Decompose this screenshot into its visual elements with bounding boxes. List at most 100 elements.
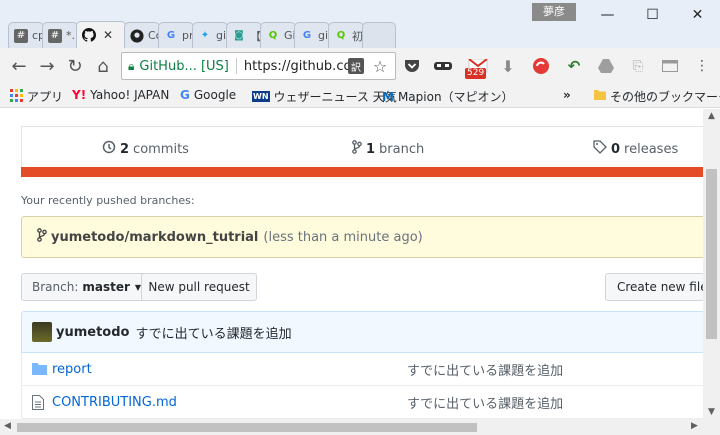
yahoo-icon: Y! — [72, 88, 87, 102]
bookmarks-bar: アプリ Y! Yahoo! JAPAN G Google WN ウェザーニュース… — [0, 84, 720, 108]
copy-icon[interactable]: ⎘ — [628, 56, 648, 76]
tab-cp[interactable]: # cp — [8, 22, 44, 48]
branch-select-button[interactable]: Branch: master ▼ — [21, 273, 153, 301]
bookmark-google[interactable]: G Google — [180, 88, 236, 102]
tab-p[interactable]: # *.p — [42, 22, 78, 48]
qiita-icon: Q — [268, 30, 278, 41]
close-tab-icon[interactable]: ✕ — [103, 28, 113, 42]
tab-qiita-hatsu[interactable]: Q 初 — [328, 22, 364, 48]
releases-count: 0 — [611, 141, 621, 157]
bookmarks-overflow[interactable]: » — [563, 88, 571, 102]
scroll-up-icon[interactable]: ▲ — [708, 111, 715, 121]
divider — [235, 58, 237, 74]
home-button[interactable]: ⌂ — [89, 52, 117, 80]
google-icon: G — [180, 88, 190, 102]
releases-link[interactable]: 0 releases — [593, 140, 678, 158]
commit-author[interactable]: yumetodo — [56, 325, 129, 340]
security-indicator[interactable]: GitHub... [US] — [139, 59, 229, 74]
hash-icon: # — [14, 28, 28, 43]
avatar[interactable] — [32, 322, 52, 342]
branch-label: branch — [379, 141, 425, 157]
bookmark-weathernews[interactable]: WN ウェザーニュース 天気 — [252, 88, 397, 105]
commits-link[interactable]: 2 commits — [102, 140, 189, 158]
tab-twitter-git[interactable]: ✦ git — [192, 22, 228, 48]
language-bar[interactable] — [21, 167, 703, 177]
file-commit-message[interactable]: すでに出ている課題を追加 — [407, 360, 563, 379]
commit-message[interactable]: すでに出ている課題を追加 — [135, 323, 291, 342]
bookmark-mapion[interactable]: M Mapion（マピオン） — [382, 88, 514, 105]
google-icon: G — [166, 30, 176, 41]
recent-branch-name[interactable]: yumetodo/markdown_tutrial — [51, 230, 258, 245]
tab-google-pra[interactable]: G pra — [158, 22, 194, 48]
twitter-icon: ✦ — [200, 30, 210, 41]
file-row-contributing: CONTRIBUTING.md すでに出ている課題を追加 — [21, 386, 703, 419]
menu-icon[interactable]: ⋮ — [692, 56, 712, 76]
tag-icon — [593, 140, 607, 158]
weathernews-icon: WN — [252, 91, 270, 102]
gmail-count-badge: 529 — [465, 68, 487, 79]
mask-icon[interactable] — [433, 56, 453, 76]
latest-commit-bar: yumetodo すでに出ている課題を追加 — [21, 311, 703, 353]
folder-icon — [32, 363, 50, 375]
scroll-right-icon[interactable]: ▶ — [691, 421, 698, 431]
back-button[interactable]: ← — [5, 52, 33, 80]
new-pull-request-button[interactable]: New pull request — [141, 273, 257, 301]
bookmark-star-icon[interactable]: ☆ — [370, 56, 390, 76]
vertical-scroll-thumb[interactable] — [706, 169, 717, 339]
bookmark-yahoo[interactable]: Y! Yahoo! JAPAN — [72, 88, 169, 102]
browser-titlebar: # cp # *.p ✕ Co G pra ✦ git ◙ — [0, 0, 720, 48]
branch-count: 1 — [366, 141, 376, 157]
commits-label: commits — [133, 141, 189, 157]
pocket-icon[interactable] — [402, 56, 422, 76]
mapion-icon: M — [382, 89, 394, 104]
url-text[interactable]: https://github.com — [244, 59, 364, 74]
scroll-left-icon[interactable]: ◀ — [4, 421, 11, 431]
file-name[interactable]: CONTRIBUTING.md — [52, 395, 407, 410]
drive-icon[interactable] — [596, 56, 616, 76]
tab-chou[interactable]: ◙ 【超 — [226, 22, 262, 48]
redirect-icon[interactable]: ↶ — [564, 56, 584, 76]
close-window-button[interactable]: ✕ — [675, 0, 720, 30]
hash-icon: # — [48, 28, 62, 43]
tab-github-active[interactable]: ✕ — [76, 21, 126, 48]
releases-label: releases — [624, 141, 679, 157]
file-commit-message[interactable]: すでに出ている課題を追加 — [407, 393, 563, 412]
user-profile-badge[interactable]: 夢彦 — [532, 3, 576, 21]
ublock-icon[interactable] — [531, 56, 551, 76]
download-icon[interactable]: ⬇ — [498, 56, 518, 76]
branches-link[interactable]: 1 branch — [352, 140, 424, 158]
bookmark-label: その他のブックマーク — [610, 90, 720, 104]
maximize-button[interactable]: ☐ — [630, 0, 675, 30]
window-icon[interactable] — [660, 56, 680, 76]
file-name[interactable]: report — [52, 362, 407, 377]
create-new-file-button[interactable]: Create new file — [605, 273, 703, 301]
vertical-scrollbar[interactable]: ▲ ▼ — [703, 109, 720, 419]
horizontal-scrollbar[interactable]: ◀ ▶ — [0, 419, 720, 435]
tab-qiita-gi[interactable]: Q Gi — [260, 22, 296, 48]
reload-button[interactable]: ↻ — [61, 52, 89, 80]
scroll-down-icon[interactable]: ▼ — [708, 407, 715, 417]
github-icon — [82, 28, 96, 42]
tab-google-git[interactable]: G git — [294, 22, 330, 48]
apps-grid-icon — [10, 88, 23, 105]
file-icon — [32, 394, 50, 410]
new-tab-button[interactable] — [362, 22, 396, 48]
history-icon — [102, 140, 116, 158]
minimize-button[interactable]: — — [585, 0, 630, 30]
branch-icon — [352, 140, 362, 158]
forward-button[interactable]: → — [33, 52, 61, 80]
translate-icon[interactable]: 訳 — [348, 58, 364, 74]
branch-select-prefix: Branch: — [32, 280, 79, 294]
bookmark-label: アプリ — [27, 90, 64, 104]
horizontal-scroll-thumb[interactable] — [17, 423, 477, 432]
tab-co[interactable]: Co — [124, 22, 160, 48]
file-row-report: report すでに出ている課題を追加 — [21, 353, 703, 386]
bookmark-label: Mapion（マピオン） — [397, 90, 514, 104]
lock-icon: 🔒︎ — [128, 58, 135, 73]
folder-icon — [594, 89, 606, 104]
qiita-icon: Q — [336, 30, 346, 41]
bookmark-apps[interactable]: アプリ — [10, 88, 63, 105]
bookmark-other[interactable]: その他のブックマーク — [594, 88, 720, 105]
app-icon: ◙ — [234, 30, 244, 41]
bookmark-label: Yahoo! JAPAN — [90, 88, 170, 102]
